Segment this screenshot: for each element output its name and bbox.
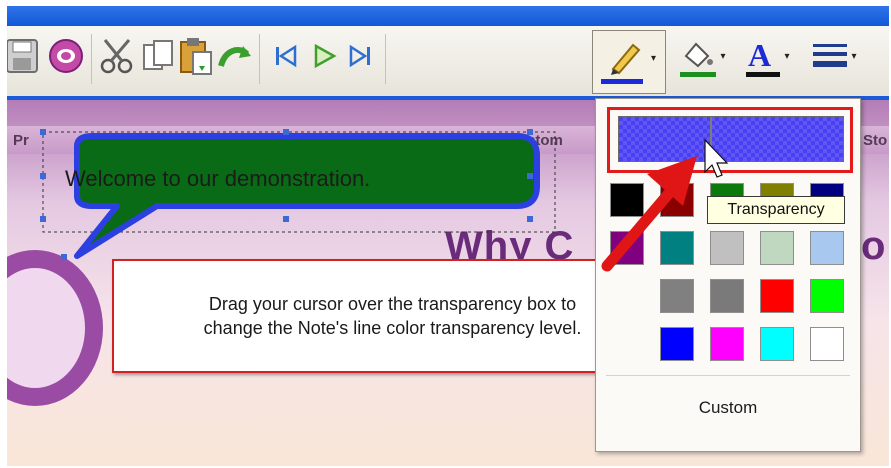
- transparency-tooltip: Transparency: [707, 196, 845, 224]
- pointer-arrow: [601, 138, 729, 272]
- tooltip-text: Transparency: [727, 201, 825, 218]
- cursor-icon: [704, 138, 729, 178]
- app-window: ▾ ▾ A ▾ ▾ Pr Sto Why C o Welcome to our …: [7, 6, 889, 466]
